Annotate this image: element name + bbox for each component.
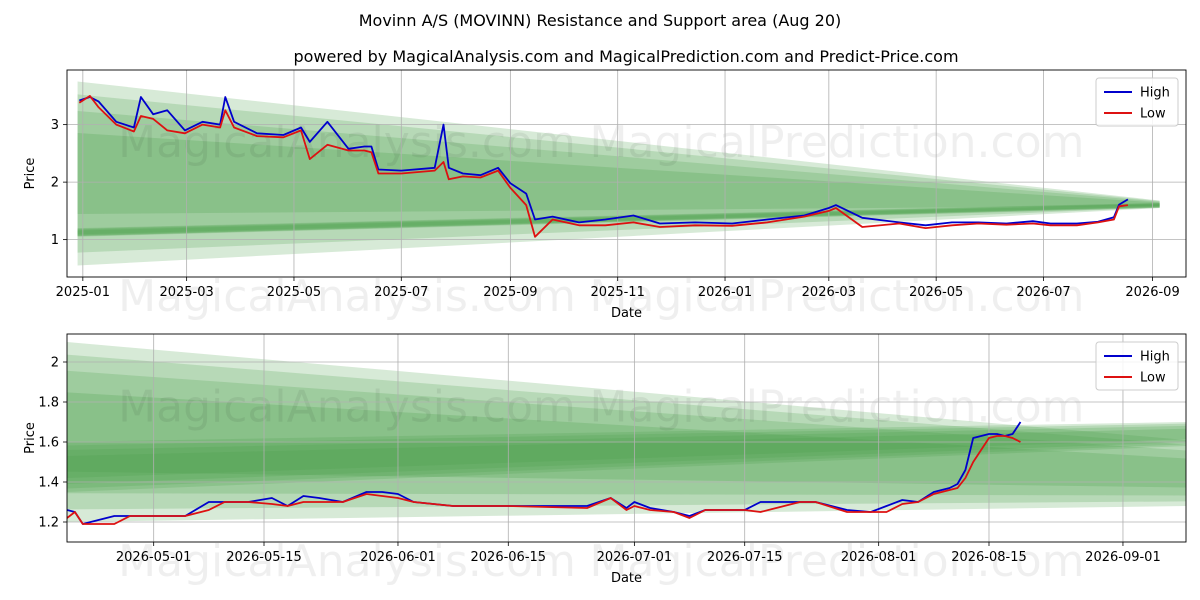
panel-1: MagicalAnalysis.com MagicalPrediction.com…	[23, 69, 1187, 322]
x-tick-label: 2026-01	[698, 285, 752, 300]
x-tick-label: 2026-06-01	[360, 550, 436, 565]
x-tick-label: 2025-05	[267, 285, 321, 300]
x-tick-label: 2025-03	[159, 285, 213, 300]
watermark-text: MagicalPrediction.com	[590, 381, 1085, 432]
legend-label-low: Low	[1140, 371, 1166, 386]
legend-label-high: High	[1140, 350, 1170, 365]
panel-2: MagicalAnalysis.com MagicalPrediction.com…	[23, 333, 1187, 587]
x-tick-label: 2026-07-15	[707, 550, 783, 565]
y-axis-label: Price	[23, 158, 38, 190]
x-axis-label: Date	[611, 306, 642, 321]
x-tick-label: 2026-08-15	[951, 550, 1027, 565]
y-tick-label: 2	[51, 356, 59, 371]
legend-label-low: Low	[1140, 107, 1166, 122]
y-tick-label: 1.6	[38, 436, 59, 451]
x-tick-label: 2026-09	[1125, 285, 1179, 300]
y-tick-label: 1.8	[38, 396, 59, 411]
y-tick-label: 1	[51, 233, 59, 248]
x-tick-label: 2026-08-01	[841, 550, 917, 565]
x-axis-label: Date	[611, 571, 642, 586]
legend-label-high: High	[1140, 86, 1170, 101]
x-tick-label: 2025-09	[483, 285, 537, 300]
band-layer	[77, 81, 1160, 266]
x-tick-label: 2026-07-01	[597, 550, 673, 565]
x-tick-label: 2026-05	[909, 285, 963, 300]
watermark-text: MagicalAnalysis.com	[118, 381, 576, 432]
chart-panels: MagicalAnalysis.com MagicalPrediction.com…	[23, 69, 1187, 587]
x-tick-label: 2026-07	[1016, 285, 1070, 300]
x-tick-label: 2026-03	[802, 285, 856, 300]
x-tick-label: 2025-01	[56, 285, 110, 300]
y-tick-label: 1.4	[38, 476, 59, 491]
chart-canvas: Movinn A/S (MOVINN) Resistance and Suppo…	[23, 11, 1187, 587]
chart-subtitle: powered by MagicalAnalysis.com and Magic…	[293, 47, 958, 66]
x-tick-label: 2026-05-15	[226, 550, 302, 565]
chart-title: Movinn A/S (MOVINN) Resistance and Suppo…	[359, 11, 842, 30]
y-tick-label: 3	[51, 118, 59, 133]
y-axis-label: Price	[23, 422, 38, 454]
x-tick-label: 2026-06-15	[471, 550, 547, 565]
y-tick-label: 2	[51, 176, 59, 191]
x-tick-label: 2026-05-01	[116, 550, 192, 565]
x-tick-label: 2026-09-01	[1085, 550, 1161, 565]
x-tick-label: 2025-11	[591, 285, 645, 300]
y-tick-label: 1.2	[38, 516, 59, 531]
x-tick-label: 2025-07	[374, 285, 428, 300]
